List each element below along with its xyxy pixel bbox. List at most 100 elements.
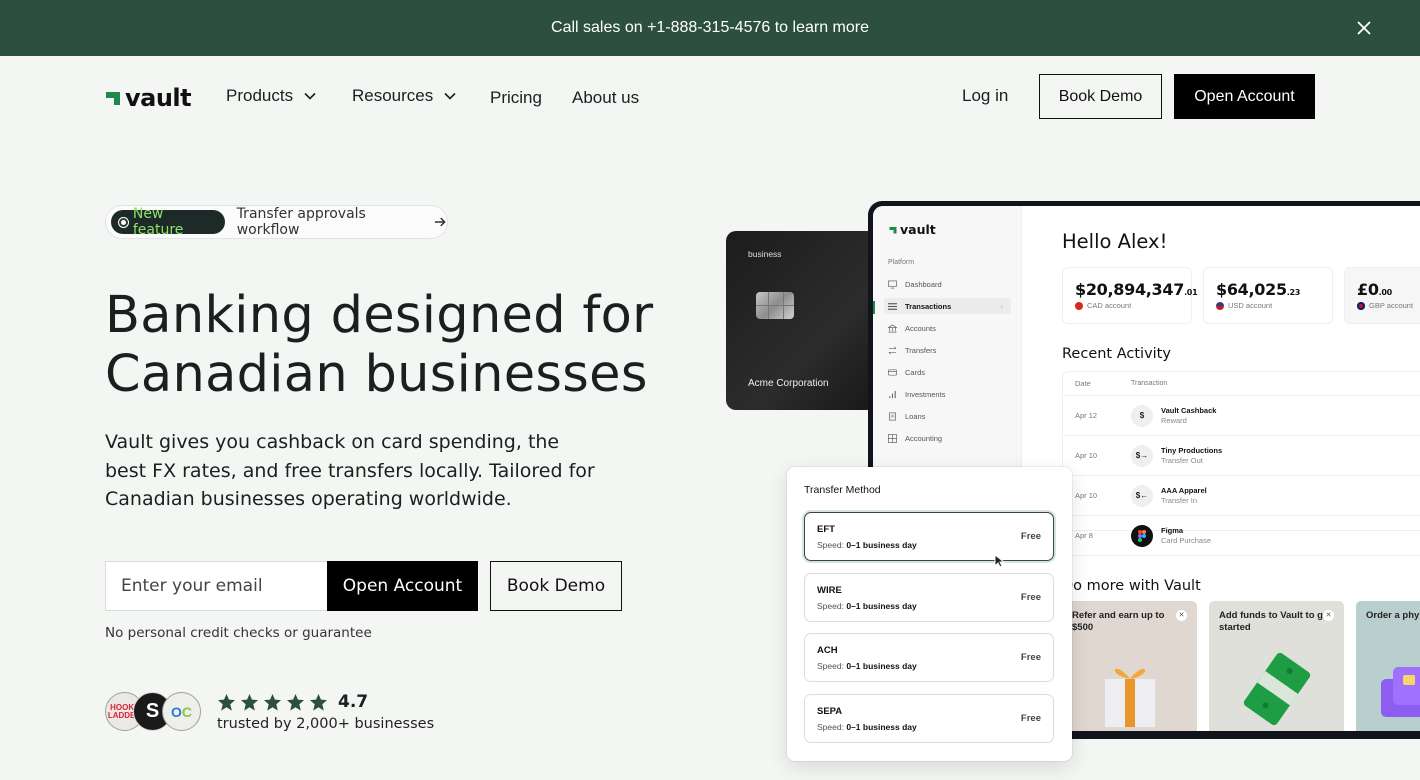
- transfer-out-icon: $→: [1131, 444, 1153, 467]
- brand-logo[interactable]: vault: [105, 84, 192, 112]
- account-cents: .00: [1378, 288, 1393, 297]
- customer-logo-oc: OC: [162, 692, 201, 731]
- email-input[interactable]: [105, 561, 327, 611]
- sidebar-item-label: Transactions: [905, 301, 952, 311]
- tx-type: Reward: [1161, 416, 1187, 425]
- purple-card-icon: [1381, 667, 1420, 717]
- close-icon[interactable]: ✕: [1323, 610, 1334, 621]
- promo-card-referral[interactable]: Refer and earn up to $500 ✕: [1062, 601, 1197, 731]
- disclaimer-text: No personal credit checks or guarantee: [105, 625, 372, 641]
- gift-icon: [1104, 668, 1155, 727]
- arrow-right-icon: [435, 217, 447, 227]
- star-icon: [240, 693, 259, 711]
- close-icon[interactable]: ✕: [1176, 610, 1187, 621]
- tx-date: Apr 10: [1075, 491, 1098, 500]
- rating-stars: 4.7: [217, 692, 368, 712]
- nav-about-us[interactable]: About us: [572, 88, 639, 108]
- transfer-option-ach[interactable]: ACH Speed: 0–1 business day Free: [804, 633, 1054, 682]
- sidebar-item-label: Cards: [905, 367, 926, 377]
- announcement-text: Call sales on +1-888-315-4576 to learn m…: [551, 19, 869, 36]
- nav-open-account-button[interactable]: Open Account: [1174, 74, 1315, 119]
- sidebar-item-transactions[interactable]: Transactions ›: [884, 298, 1011, 314]
- sidebar-item-dashboard[interactable]: Dashboard: [888, 276, 1008, 292]
- sidebar-item-accounts[interactable]: Accounts: [888, 320, 1008, 336]
- dollar-icon: $: [1131, 404, 1153, 427]
- account-card-cad[interactable]: $20,894,347.01 CAD account: [1062, 267, 1198, 324]
- dashboard-main: Hello Alex! $20,894,347.01 CAD account $…: [1022, 206, 1420, 731]
- headline-line-2: Canadian businesses: [105, 345, 648, 404]
- mouse-cursor-icon: [994, 554, 1006, 568]
- login-link[interactable]: Log in: [962, 86, 1008, 106]
- card-holder: Acme Corporation: [748, 378, 829, 389]
- transfer-option-sepa[interactable]: SEPA Speed: 0–1 business day Free: [804, 694, 1054, 743]
- tx-name: Vault Cashback: [1161, 406, 1217, 415]
- figma-logo-icon: [1131, 524, 1153, 547]
- speed-value: 0–1 business day: [846, 540, 917, 550]
- nav-resources[interactable]: Resources: [352, 86, 457, 106]
- account-card-gbp[interactable]: £0.00 GBP account: [1344, 267, 1420, 324]
- nav-products-label: Products: [226, 86, 294, 105]
- tx-type: Transfer In: [1161, 496, 1197, 505]
- nav-resources-label: Resources: [352, 86, 434, 105]
- sidebar-item-loans[interactable]: Loans: [888, 408, 1008, 424]
- promo-text: Order a physical card: [1366, 610, 1420, 621]
- sidebar-item-accounting[interactable]: Accounting: [888, 430, 1008, 446]
- list-icon: [888, 302, 897, 310]
- canada-flag-icon: [1075, 301, 1083, 310]
- account-balance: £0: [1357, 280, 1379, 299]
- arrows-icon: [888, 346, 897, 354]
- option-speed: Speed: 0–1 business day: [817, 540, 917, 550]
- close-icon[interactable]: [1352, 16, 1376, 40]
- option-name: ACH: [817, 645, 838, 656]
- hero-open-account-button[interactable]: Open Account: [327, 561, 478, 611]
- transfer-method-panel: Transfer Method EFT Speed: 0–1 business …: [787, 467, 1072, 761]
- option-speed: Speed: 0–1 business day: [817, 601, 917, 611]
- speed-value: 0–1 business day: [846, 661, 917, 671]
- nav-products[interactable]: Products: [226, 86, 317, 106]
- sidebar-item-investments[interactable]: Investments: [888, 386, 1008, 402]
- option-fee: Free: [1020, 531, 1041, 542]
- account-balance: $64,025: [1216, 280, 1287, 299]
- account-balance: $20,894,347: [1075, 280, 1185, 299]
- card-label: business: [748, 249, 782, 259]
- greeting: Hello Alex!: [1062, 230, 1168, 253]
- promo-text: Refer and earn up to $500: [1072, 610, 1165, 633]
- table-row[interactable]: Apr 12 $ Vault Cashback Reward: [1063, 396, 1420, 436]
- announcement-bar: Call sales on +1-888-315-4576 to learn m…: [0, 0, 1420, 56]
- transfer-option-wire[interactable]: WIRE Speed: 0–1 business day Free: [804, 573, 1054, 622]
- table-row[interactable]: Apr 10 $← AAA Apparel Transfer In: [1063, 476, 1420, 516]
- sidebar-item-transfers[interactable]: Transfers: [888, 342, 1008, 358]
- star-icon: [286, 693, 305, 711]
- tx-date: Apr 10: [1075, 451, 1098, 460]
- tx-type: Transfer Out: [1161, 456, 1203, 465]
- speed-label: Speed:: [817, 601, 844, 611]
- speed-label: Speed:: [817, 540, 844, 550]
- promo-card-add-funds[interactable]: Add funds to Vault to get started ✕: [1209, 601, 1344, 731]
- hero-headline: Banking designed for Canadian businesses: [105, 286, 705, 404]
- app-brand-name: vault: [900, 222, 936, 237]
- account-label: CAD account: [1087, 301, 1132, 310]
- recent-activity-title: Recent Activity: [1062, 346, 1171, 362]
- speed-label: Speed:: [817, 661, 844, 671]
- chevron-down-icon: [444, 92, 456, 100]
- table-row[interactable]: Apr 10 $→ Tiny Productions Transfer Out: [1063, 436, 1420, 476]
- promo-card-physical-card[interactable]: Order a physical card: [1356, 601, 1420, 731]
- scroll-icon: [888, 412, 897, 420]
- chevron-right-icon: ›: [1000, 301, 1004, 311]
- nav-book-demo-button[interactable]: Book Demo: [1039, 74, 1162, 119]
- badge-label: New feature: [132, 206, 184, 238]
- badge-dot-icon: [119, 217, 128, 227]
- hero-book-demo-button[interactable]: Book Demo: [490, 561, 622, 611]
- trusted-by-text: trusted by 2,000+ businesses: [217, 716, 435, 732]
- table-row[interactable]: Apr 8 Figma Card Purchase: [1063, 516, 1420, 556]
- account-card-usd[interactable]: $64,025.23 USD account: [1203, 267, 1333, 324]
- speed-label: Speed:: [817, 722, 844, 732]
- feature-announcement-pill[interactable]: New feature Transfer approvals workflow: [105, 205, 448, 239]
- sidebar-item-cards[interactable]: Cards: [888, 364, 1008, 380]
- option-fee: Free: [1020, 713, 1041, 724]
- bank-icon: [888, 323, 897, 332]
- headline-line-1: Banking designed for: [105, 286, 654, 345]
- nav-pricing[interactable]: Pricing: [490, 88, 542, 108]
- transfer-option-eft[interactable]: EFT Speed: 0–1 business day Free: [804, 512, 1054, 561]
- option-speed: Speed: 0–1 business day: [817, 661, 917, 671]
